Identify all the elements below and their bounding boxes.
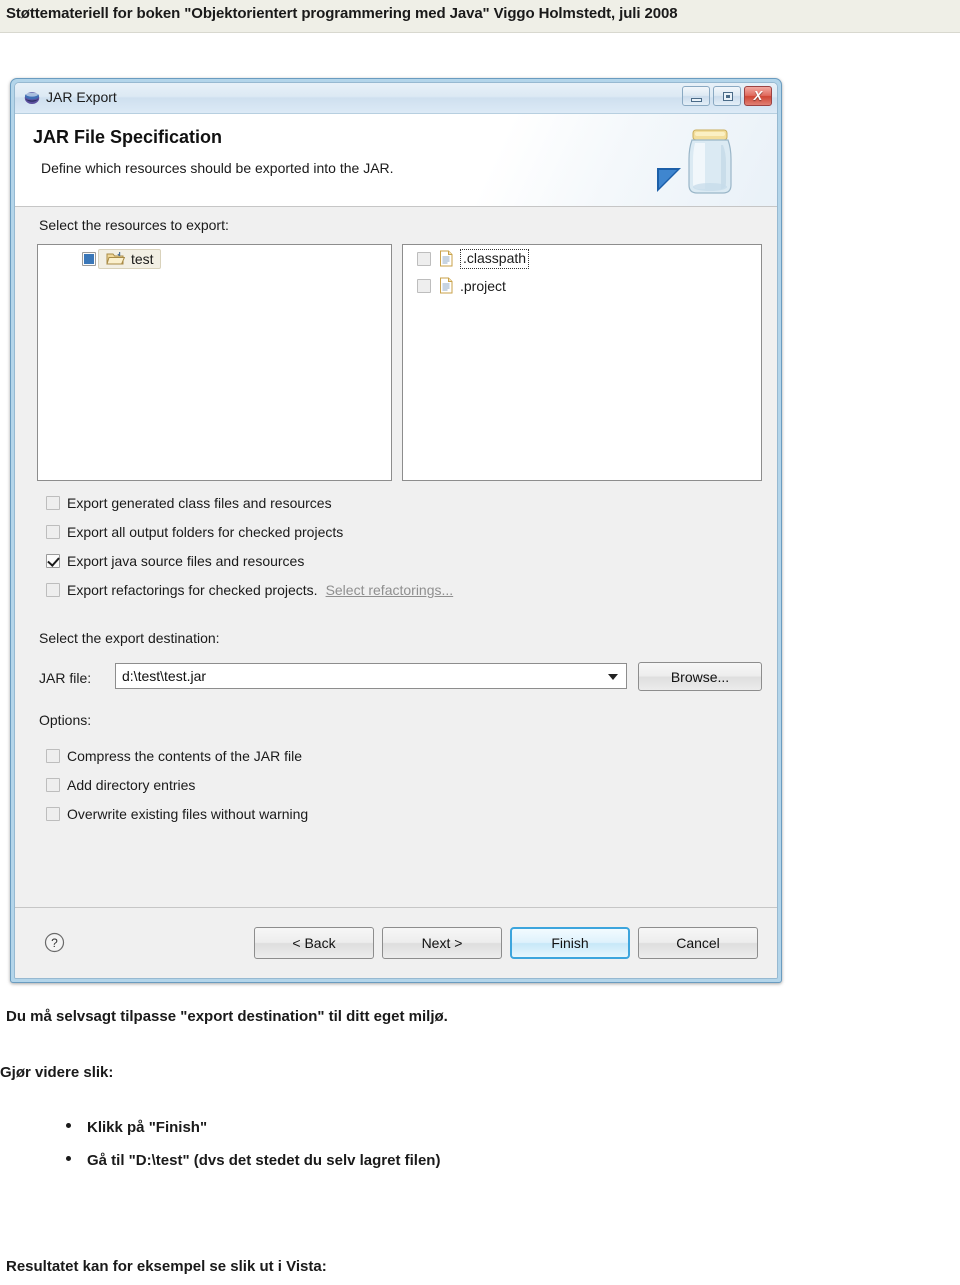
minimize-button[interactable] (682, 86, 710, 106)
option-add-directory-entries[interactable]: Add directory entries (46, 777, 195, 793)
resources-right-tree[interactable]: .classpath .project (402, 244, 762, 481)
tree-item-test-selected: test (98, 248, 161, 269)
browse-button[interactable]: Browse... (638, 662, 762, 691)
jar-file-combo[interactable]: d:\test\test.jar (115, 663, 627, 689)
resources-left-tree[interactable]: test (37, 244, 392, 481)
wizard-subtitle: Define which resources should be exporte… (41, 160, 394, 176)
open-folder-icon (106, 251, 126, 266)
svg-text:?: ? (51, 936, 58, 950)
paragraph-1: Du må selvsagt tilpasse "export destinat… (6, 1008, 448, 1025)
wizard-header: JAR File Specification Define which reso… (15, 114, 777, 207)
option-label: Export refactorings for checked projects… (67, 582, 318, 598)
maximize-button[interactable] (713, 86, 741, 106)
jar-file-value[interactable]: d:\test\test.jar (122, 668, 206, 684)
page-header-band: Støttemateriell for boken "Objektoriente… (0, 0, 960, 33)
paragraph-2: Gjør videre slik: (0, 1064, 114, 1081)
option-overwrite-existing-files[interactable]: Overwrite existing files without warning (46, 806, 308, 822)
list-item-label: Klikk på "Finish" (87, 1119, 208, 1136)
wizard-title: JAR File Specification (33, 127, 223, 147)
chevron-down-icon[interactable] (608, 674, 618, 680)
paragraph-3: Resultatet kan for eksempel se slik ut i… (6, 1258, 327, 1275)
option-export-generated-class-files[interactable]: Export generated class files and resourc… (46, 495, 332, 511)
jar-jar-icon (679, 125, 741, 199)
question-mark-icon[interactable]: ? (44, 932, 65, 953)
checkbox-test[interactable] (82, 251, 96, 266)
footer-buttons: < Back Next > Finish Cancel (254, 927, 758, 959)
dialog-footer: ? < Back Next > Finish Cancel (15, 907, 777, 978)
option-export-java-source-files[interactable]: Export java source files and resources (46, 553, 304, 569)
tree-item-test[interactable]: test (38, 245, 391, 272)
tree-item-project[interactable]: .project (403, 272, 761, 299)
tree-item-classpath-focus: .classpath (460, 248, 530, 269)
jar-file-label: JAR file: (39, 670, 92, 686)
checkbox-export-refactorings[interactable] (46, 583, 60, 597)
option-label: Add directory entries (67, 777, 196, 793)
select-refactorings-link[interactable]: Select refactorings... (326, 582, 454, 598)
checkbox-export-all-output-folders[interactable] (46, 525, 60, 539)
option-label: Overwrite existing files without warning (67, 806, 309, 822)
file-icon (439, 277, 454, 294)
tree-item-classpath[interactable]: .classpath (403, 245, 761, 272)
bullet-icon (66, 1123, 71, 1128)
page-header-text: Støttemateriell for boken "Objektoriente… (6, 5, 678, 22)
checkbox-classpath[interactable] (417, 251, 431, 266)
window-controls: X (682, 86, 772, 106)
checkbox-export-generated-class-files[interactable] (46, 496, 60, 510)
file-icon (439, 250, 454, 267)
option-export-all-output-folders[interactable]: Export all output folders for checked pr… (46, 524, 343, 540)
close-icon: X (753, 88, 763, 103)
jar-export-dialog: JAR Export X JAR File Specification Defi… (14, 82, 778, 979)
tree-item-classpath-label: .classpath (463, 249, 527, 266)
wizard-body: Select the resources to export: test .cl… (15, 207, 777, 908)
option-export-refactorings[interactable]: Export refactorings for checked projects… (46, 582, 453, 598)
dialog-titlebar[interactable]: JAR Export X (15, 83, 777, 114)
checkbox-compress-contents[interactable] (46, 749, 60, 763)
list-item: Klikk på "Finish" (66, 1119, 207, 1136)
option-compress-contents[interactable]: Compress the contents of the JAR file (46, 748, 302, 764)
dialog-title: JAR Export (46, 89, 117, 105)
option-label: Export generated class files and resourc… (67, 495, 332, 511)
cancel-button[interactable]: Cancel (638, 927, 758, 959)
option-label: Compress the contents of the JAR file (67, 748, 302, 764)
next-button[interactable]: Next > (382, 927, 502, 959)
destination-label: Select the export destination: (39, 630, 220, 646)
tree-item-project-label: .project (460, 277, 506, 294)
checkbox-export-java-source-files[interactable] (46, 554, 60, 568)
options-label: Options: (39, 712, 92, 728)
resources-label: Select the resources to export: (39, 217, 229, 233)
checkbox-overwrite-existing-files[interactable] (46, 807, 60, 821)
list-item-label: Gå til "D:\test" (dvs det stedet du selv… (87, 1152, 441, 1169)
bullet-icon (66, 1156, 71, 1161)
option-label: Export java source files and resources (67, 553, 305, 569)
back-button[interactable]: < Back (254, 927, 374, 959)
option-label: Export all output folders for checked pr… (67, 524, 344, 540)
eclipse-sphere-icon (24, 90, 40, 106)
checkbox-project[interactable] (417, 278, 431, 293)
checkbox-add-directory-entries[interactable] (46, 778, 60, 792)
jar-export-dialog-frame: JAR Export X JAR File Specification Defi… (10, 78, 782, 983)
close-button[interactable]: X (744, 86, 772, 106)
tree-item-test-label: test (131, 250, 154, 267)
finish-button[interactable]: Finish (510, 927, 630, 959)
list-item: Gå til "D:\test" (dvs det stedet du selv… (66, 1152, 440, 1169)
